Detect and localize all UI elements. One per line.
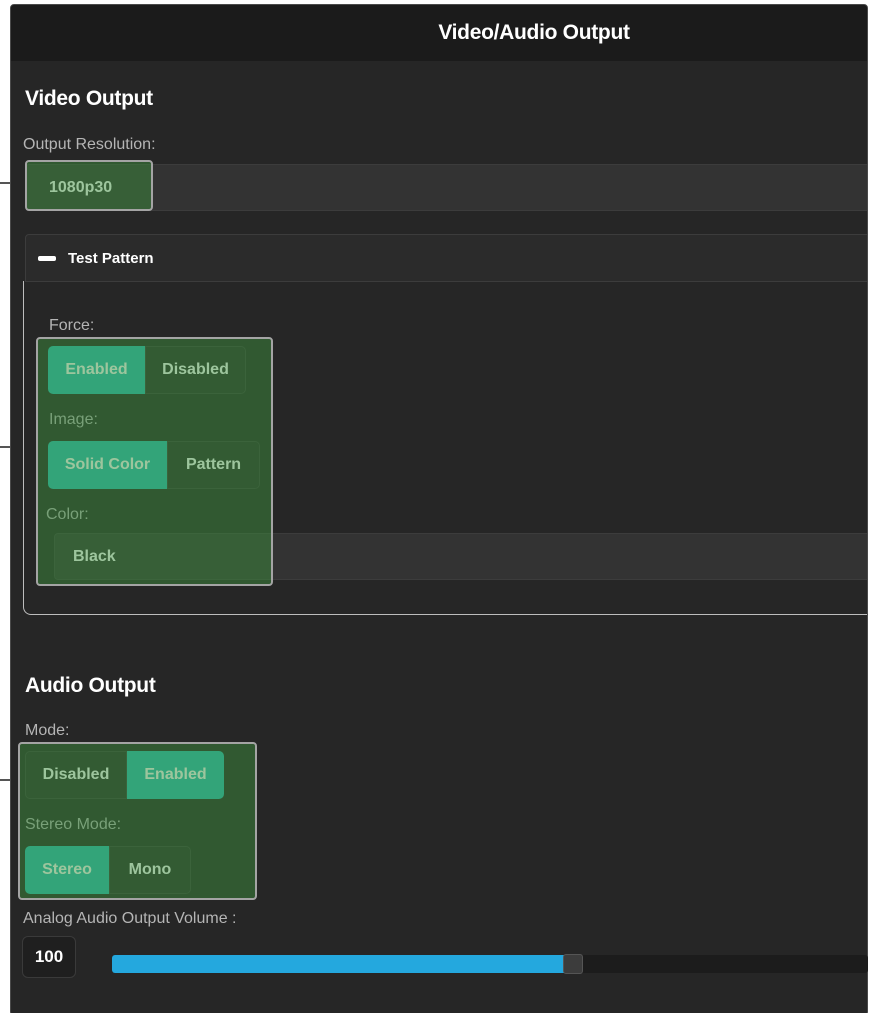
image-solid-color-button[interactable]: Solid Color: [48, 441, 167, 489]
color-label: Color:: [46, 506, 89, 523]
output-resolution-label: Output Resolution:: [23, 136, 156, 153]
force-disabled-button[interactable]: Disabled: [145, 346, 246, 394]
image-pattern-button[interactable]: Pattern: [167, 441, 260, 489]
mono-button[interactable]: Mono: [109, 846, 191, 894]
volume-value-box[interactable]: 100: [22, 936, 76, 978]
test-pattern-toggle[interactable]: Test Pattern: [25, 234, 867, 282]
color-value: Black: [73, 548, 116, 565]
force-button-group: Enabled Disabled: [48, 346, 246, 394]
image-button-group: Solid Color Pattern: [48, 441, 260, 489]
video-audio-output-panel: Video/Audio Output Video Output Output R…: [10, 4, 868, 1013]
output-resolution-select[interactable]: [25, 164, 867, 211]
mode-button-group: Disabled Enabled: [25, 751, 224, 799]
force-label: Force:: [49, 317, 95, 334]
force-enabled-button[interactable]: Enabled: [48, 346, 145, 394]
mode-label: Mode:: [25, 722, 70, 739]
audio-output-title: Audio Output: [25, 674, 156, 697]
test-pattern-title: Test Pattern: [68, 249, 154, 267]
volume-slider-handle[interactable]: [563, 954, 583, 974]
volume-slider[interactable]: [112, 954, 868, 974]
mode-disabled-button[interactable]: Disabled: [25, 751, 127, 799]
stereo-button[interactable]: Stereo: [25, 846, 109, 894]
panel-header: Video/Audio Output: [11, 5, 867, 61]
minus-icon: [38, 255, 56, 261]
volume-slider-fill: [112, 955, 573, 973]
volume-label: Analog Audio Output Volume :: [23, 910, 237, 927]
output-resolution-value: 1080p30: [49, 179, 113, 196]
video-output-title: Video Output: [25, 87, 153, 110]
mode-enabled-button[interactable]: Enabled: [127, 751, 224, 799]
image-label: Image:: [49, 411, 98, 428]
color-select[interactable]: [54, 533, 867, 580]
stereo-mode-label: Stereo Mode:: [25, 816, 122, 833]
stereo-mode-button-group: Stereo Mono: [25, 846, 191, 894]
